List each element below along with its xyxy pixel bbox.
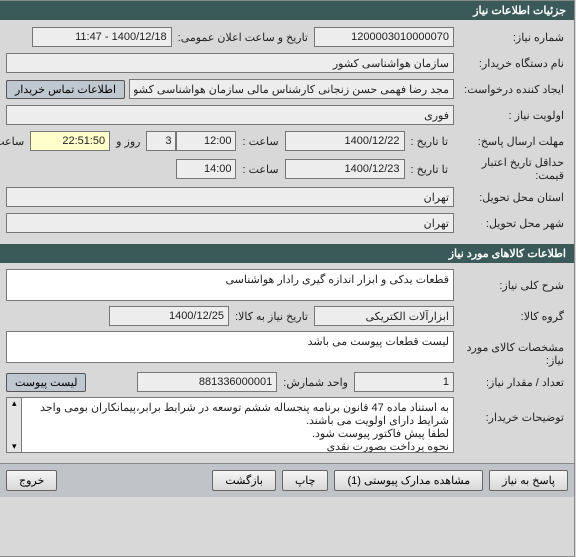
label-reply-deadline: مهلت ارسال پاسخ: <box>455 135 565 148</box>
label-spec: مشخصات کالای مورد نیاز: <box>455 331 565 367</box>
form-goods: شرح کلی نیاز: گروه کالا: تاریخ نیاز به ک… <box>1 263 575 463</box>
label-min-valid: حداقل تاریخ اعتبار قیمت: <box>455 156 565 182</box>
label-priority: اولویت نیاز : <box>455 109 565 122</box>
label-desc: شرح کلی نیاز: <box>455 269 565 292</box>
notes-scrollbar[interactable]: ▴ ▾ <box>7 397 22 453</box>
label-to-date2: تا تاریخ : <box>406 163 455 176</box>
label-time: ساعت : <box>237 135 285 148</box>
field-buyer-notes[interactable] <box>22 397 455 453</box>
label-requester: ایجاد کننده درخواست: <box>455 83 565 96</box>
field-city <box>7 213 455 233</box>
label-to-date: تا تاریخ : <box>406 135 455 148</box>
field-need-date <box>110 306 230 326</box>
field-need-no <box>315 27 455 47</box>
field-buyer <box>7 53 455 73</box>
section-header-need-details: جزئیات اطلاعات نیاز <box>1 1 575 20</box>
section-header-goods: اطلاعات کالاهای مورد نیاز <box>1 244 575 263</box>
buyer-contact-button[interactable]: اطلاعات تماس خریدار <box>7 80 126 99</box>
label-province: استان محل تحویل: <box>455 191 565 204</box>
attachment-list-button[interactable]: لیست پیوست <box>7 373 87 392</box>
label-buyer-notes: توضیحات خریدار: <box>455 397 565 424</box>
label-announce-dt: تاریخ و ساعت اعلان عمومی: <box>173 31 315 44</box>
field-desc[interactable] <box>7 269 455 301</box>
back-button[interactable]: بازگشت <box>213 470 277 491</box>
form-need-details: شماره نیاز: تاریخ و ساعت اعلان عمومی: نا… <box>1 20 575 244</box>
label-qty: تعداد / مقدار نیاز: <box>455 376 565 389</box>
field-valid-time <box>177 159 237 179</box>
label-city: شهر محل تحویل: <box>455 217 565 230</box>
exit-button[interactable]: خروج <box>7 470 58 491</box>
label-hours-left: ساعت باقی مانده <box>0 135 31 148</box>
scroll-up-icon[interactable]: ▴ <box>8 398 22 409</box>
field-days-left <box>147 131 177 151</box>
field-spec[interactable] <box>7 331 455 363</box>
label-buyer: نام دستگاه خریدار: <box>455 57 565 70</box>
print-button[interactable]: چاپ <box>283 470 330 491</box>
field-reply-time <box>177 131 237 151</box>
details-window: جزئیات اطلاعات نیاز شماره نیاز: تاریخ و … <box>0 0 576 557</box>
label-group: گروه کالا: <box>455 310 565 323</box>
field-unit <box>138 372 278 392</box>
field-group <box>315 306 455 326</box>
label-need-date: تاریخ نیاز به کالا: <box>230 310 315 323</box>
field-reply-to-date <box>286 131 406 151</box>
label-unit: واحد شمارش: <box>278 376 355 389</box>
field-announce-dt <box>33 27 173 47</box>
label-days-and: روز و <box>111 135 147 148</box>
view-attachments-button[interactable]: مشاهده مدارک پیوستی (1) <box>335 470 484 491</box>
field-valid-to-date <box>286 159 406 179</box>
scroll-down-icon[interactable]: ▾ <box>8 441 22 452</box>
field-priority <box>7 105 455 125</box>
reply-button[interactable]: پاسخ به نیاز <box>490 470 569 491</box>
field-province <box>7 187 455 207</box>
button-bar: پاسخ به نیاز مشاهده مدارک پیوستی (1) چاپ… <box>1 463 575 497</box>
label-time2: ساعت : <box>237 163 285 176</box>
field-hours-left <box>31 131 111 151</box>
field-qty <box>355 372 455 392</box>
label-need-no: شماره نیاز: <box>455 31 565 44</box>
field-requester <box>130 79 455 99</box>
